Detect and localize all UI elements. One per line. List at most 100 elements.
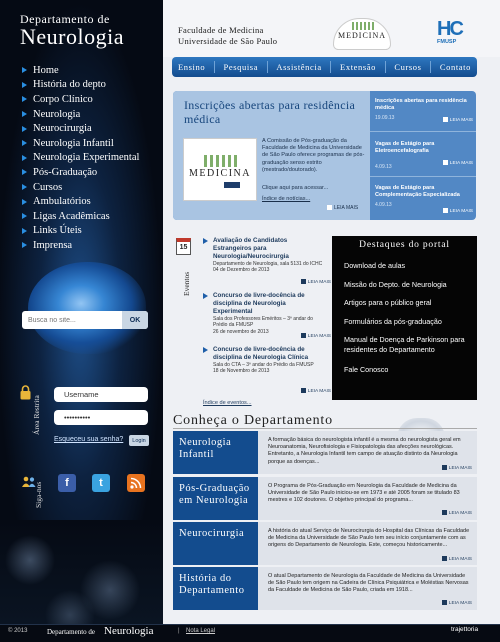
faculty-name[interactable]: Faculdade de Medicina: [178, 25, 264, 35]
arrow-icon: [22, 96, 27, 103]
tab-assistencia[interactable]: Assistência: [276, 62, 321, 72]
play-icon: [327, 205, 332, 211]
usp-band: [224, 182, 240, 188]
play-icon: [442, 160, 448, 165]
username-field[interactable]: Username: [54, 387, 148, 402]
featured-image[interactable]: MEDICINA: [183, 138, 257, 201]
nav-item-links[interactable]: Links Úteis: [22, 224, 139, 239]
dept-tab-neurologia-infantil[interactable]: Neurologia Infantil: [173, 431, 258, 474]
highlight-link[interactable]: Fale Conosco: [344, 365, 474, 375]
highlight-link[interactable]: Missão do Depto. de Neurologia: [344, 280, 474, 290]
nav-item-ambulatorios[interactable]: Ambulatórios: [22, 194, 139, 209]
rss-glyph: [130, 477, 142, 489]
forgot-password-link[interactable]: Esqueceu sua senha?: [54, 436, 123, 443]
login-button[interactable]: Login: [129, 435, 149, 446]
play-icon: [442, 208, 448, 213]
password-field[interactable]: ••••••••••: [54, 410, 148, 425]
nav-item-ligas[interactable]: Ligas Acadêmicas: [22, 209, 139, 224]
divider: [370, 176, 476, 177]
highlight-link[interactable]: Manual de Doença de Parkinson para resid…: [344, 335, 474, 354]
highlight-link[interactable]: Download de aulas: [344, 261, 474, 271]
footer-separator: |: [178, 628, 180, 634]
dept-tab-historia[interactable]: História do Departamento: [173, 567, 258, 610]
columns-graphic: [352, 22, 374, 30]
search-button[interactable]: OK: [122, 311, 148, 329]
dept-tab-neurocirurgia[interactable]: Neurocirurgia: [173, 522, 258, 565]
brand-main[interactable]: Neurologia: [20, 24, 124, 50]
read-more-link[interactable]: LEIA MAIS: [300, 279, 331, 285]
play-icon: [441, 465, 447, 470]
nav-divider: [430, 61, 432, 73]
nav-label: Corpo Clínico: [33, 93, 93, 105]
nav-item-home[interactable]: Home: [22, 63, 139, 78]
nav-item-cursos[interactable]: Cursos: [22, 180, 139, 195]
tab-extensao[interactable]: Extensão: [340, 62, 376, 72]
rss-icon[interactable]: [127, 474, 145, 492]
events-index-link[interactable]: Índice de eventos...: [203, 400, 252, 406]
nav-item-neurologia[interactable]: Neurologia: [22, 107, 139, 122]
tab-cursos[interactable]: Cursos: [394, 62, 421, 72]
featured-cta-link[interactable]: Clique aqui para acessar...: [262, 185, 328, 191]
read-more-link[interactable]: LEIA MAIS: [441, 600, 472, 606]
read-more-link[interactable]: LEIA MAIS: [441, 510, 472, 516]
arrow-icon: [203, 347, 208, 353]
hc-logo-text: HC: [437, 18, 464, 40]
read-more-link[interactable]: LEIA MAIS: [442, 160, 473, 166]
side-news-item[interactable]: Inscrições abertas para residência médic…: [375, 98, 475, 123]
read-more-link[interactable]: LEIA MAIS: [300, 388, 331, 394]
featured-image-text: MEDICINA: [189, 168, 251, 179]
side-news-item[interactable]: Vagas de Estágio para Eletroencefalograf…: [375, 141, 475, 170]
developer-credit[interactable]: trajettoria: [448, 625, 481, 634]
nav-label: História do depto: [33, 79, 106, 91]
highlight-link[interactable]: Formulários da pós-graduação: [344, 317, 474, 327]
read-more-link[interactable]: LEIA MAIS: [300, 333, 331, 339]
arrow-icon: [22, 213, 27, 220]
facebook-icon[interactable]: f: [58, 474, 76, 492]
tab-contato[interactable]: Contato: [440, 62, 471, 72]
read-more-label: LEIA MAIS: [449, 160, 473, 166]
copyright: © 2013: [8, 628, 28, 634]
side-news-item[interactable]: Vagas de Estágio para Complementação Esp…: [375, 185, 475, 214]
tab-ensino[interactable]: Ensino: [178, 62, 205, 72]
neural-background: [0, 520, 163, 624]
sidebar-nav: Home História do depto Corpo Clínico Neu…: [22, 63, 139, 253]
twitter-icon[interactable]: t: [92, 474, 110, 492]
medicina-logo-text: MEDICINA: [338, 31, 386, 40]
university-name[interactable]: Universidade de São Paulo: [178, 36, 277, 46]
legal-note-link[interactable]: Nota Legal: [186, 628, 215, 634]
event-item[interactable]: Concurso de livre-docência de disciplina…: [203, 292, 331, 339]
hc-logo[interactable]: HC FMUSP: [437, 18, 471, 48]
footer-brand: Neurologia: [104, 625, 154, 637]
nav-label: Neurologia Infantil: [33, 137, 114, 149]
arrow-icon: [22, 140, 27, 147]
nav-item-pos-graduacao[interactable]: Pós-Graduação: [22, 165, 139, 180]
read-more-label: LEIA MAIS: [449, 208, 473, 214]
arrow-icon: [203, 293, 208, 299]
nav-item-historia[interactable]: História do depto: [22, 78, 139, 93]
read-more-label: LEIA MAIS: [448, 510, 472, 516]
search-input[interactable]: [28, 311, 118, 329]
read-more-link[interactable]: LEIA MAIS: [441, 556, 472, 562]
nav-item-neurocirurgia[interactable]: Neurocirurgia: [22, 121, 139, 136]
nav-divider: [213, 61, 215, 73]
side-news-title: Inscrições abertas para residência médic…: [375, 98, 467, 112]
tab-pesquisa[interactable]: Pesquisa: [224, 62, 259, 72]
event-title: Avaliação de Candidatos Estrangeiros par…: [213, 237, 289, 260]
read-more-link[interactable]: LEIA MAIS: [442, 117, 473, 123]
dept-tab-pos-graduacao[interactable]: Pós-Graduação em Neurologia: [173, 477, 258, 520]
nav-item-imprensa[interactable]: Imprensa: [22, 238, 139, 253]
featured-title[interactable]: Inscrições abertas para residência médic…: [184, 98, 364, 126]
event-item[interactable]: Concurso de livre-docência de disciplina…: [203, 346, 331, 394]
nav-item-neurologia-infantil[interactable]: Neurologia Infantil: [22, 136, 139, 151]
read-more-link[interactable]: LEIA MAIS: [442, 208, 473, 214]
nav-item-corpo-clinico[interactable]: Corpo Clínico: [22, 92, 139, 107]
play-icon: [441, 600, 447, 605]
highlight-link[interactable]: Artigos para o público geral: [344, 298, 474, 308]
nav-item-neurologia-experimental[interactable]: Neurologia Experimental: [22, 151, 139, 166]
read-more-link[interactable]: LEIA MAIS: [327, 205, 358, 211]
event-item[interactable]: Avaliação de Candidatos Estrangeiros par…: [203, 237, 331, 285]
read-more-label: LEIA MAIS: [448, 600, 472, 606]
news-index-link[interactable]: Índice de notícias...: [262, 196, 310, 202]
arrow-icon: [22, 111, 27, 118]
read-more-link[interactable]: LEIA MAIS: [441, 465, 472, 471]
